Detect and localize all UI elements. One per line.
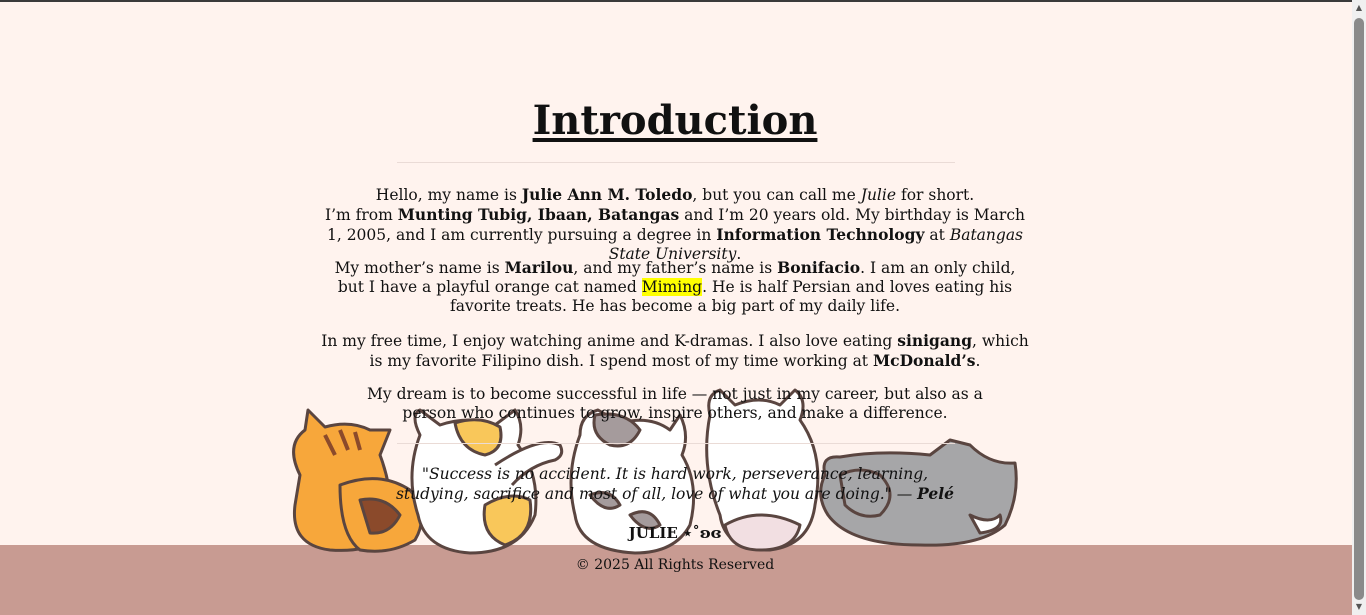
favorite-food: sinigang: [897, 331, 973, 350]
dream-paragraph: My dream is to become successful in life…: [367, 385, 983, 422]
workplace: McDonald’s: [872, 351, 976, 370]
intro-paragraph: Hello, my name is Julie Ann M. Toledo, b…: [320, 185, 1030, 264]
vertical-scrollbar[interactable]: ▲ ▼: [1352, 0, 1366, 615]
page-title: Introduction: [532, 97, 818, 144]
top-divider: [397, 162, 955, 163]
father-name: Bonifacio: [777, 258, 861, 277]
text: at: [924, 226, 950, 244]
quote-text: "Success is no accident. It is hard work…: [395, 465, 929, 503]
text: My mother’s name is: [334, 259, 505, 277]
text: I’m from: [324, 206, 398, 224]
text: , and my father’s name is: [573, 259, 778, 277]
text: , but you can call me: [692, 186, 861, 204]
window-top-border: [0, 0, 1366, 2]
hometown: Munting Tubig, Ibaan, Batangas: [397, 205, 680, 224]
family-paragraph: My mother’s name is Marilou, and my fath…: [320, 258, 1030, 316]
full-name: Julie Ann M. Toledo: [521, 185, 693, 204]
text: —: [891, 485, 918, 503]
scroll-down-arrow-icon[interactable]: ▼: [1354, 601, 1364, 613]
mother-name: Marilou: [504, 258, 574, 277]
copyright: © 2025 All Rights Reserved: [575, 557, 775, 573]
scroll-up-arrow-icon[interactable]: ▲: [1354, 2, 1364, 14]
cat-name-highlight: Miming: [641, 278, 703, 296]
text: for short.: [896, 186, 975, 204]
course: Information Technology: [716, 225, 925, 244]
scrollbar-thumb[interactable]: [1354, 18, 1364, 600]
quote-author: Pelé: [917, 484, 955, 503]
text: Hello, my name is: [375, 186, 522, 204]
text: .: [975, 352, 981, 370]
bottom-divider: [397, 443, 955, 444]
quote: "Success is no accident. It is hard work…: [390, 465, 960, 504]
text: In my free time, I enjoy watching anime …: [321, 332, 898, 350]
nickname: Julie: [860, 186, 897, 204]
signature: JULIE ⋆˚ʚɞ: [628, 524, 722, 542]
hobbies-paragraph: In my free time, I enjoy watching anime …: [320, 331, 1030, 371]
